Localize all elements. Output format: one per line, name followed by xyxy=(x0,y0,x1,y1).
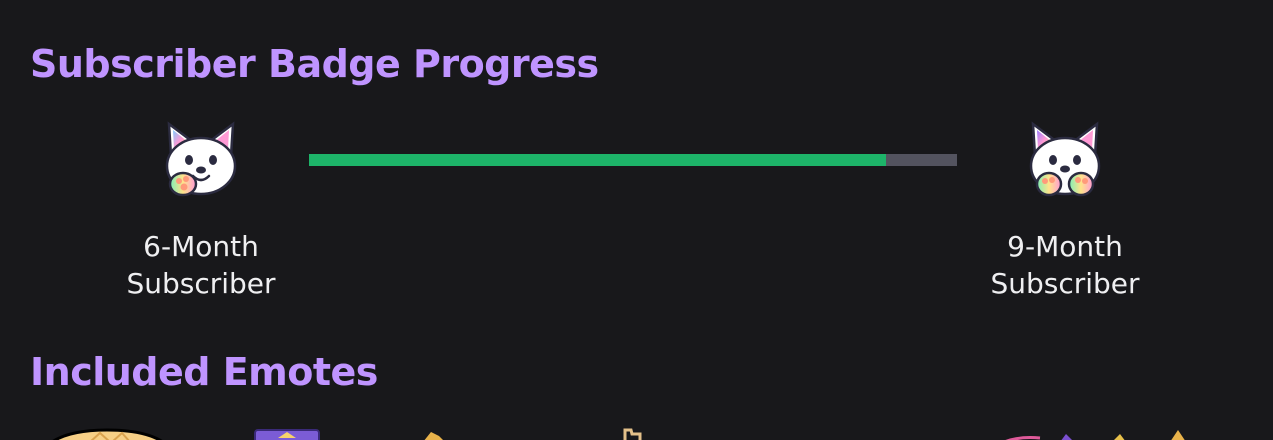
subscription-panel: Subscriber Badge Progress 6-Month Subscr… xyxy=(0,0,1273,440)
next-badge: 9-Month Subscriber xyxy=(975,118,1155,302)
current-badge-label-line1: 6-Month xyxy=(143,230,259,263)
tan-emote-icon[interactable] xyxy=(622,428,644,440)
blonde-emote-icon[interactable] xyxy=(50,428,165,440)
current-badge: 6-Month Subscriber xyxy=(111,118,291,302)
purple-emote-icon[interactable] xyxy=(254,428,320,440)
next-badge-label-line2: Subscriber xyxy=(990,267,1140,300)
gold-emote-icon[interactable] xyxy=(419,428,449,440)
badge-progress-fill xyxy=(309,154,886,166)
next-badge-label-line1: 9-Month xyxy=(1007,230,1123,263)
next-badge-label: 9-Month Subscriber xyxy=(975,228,1155,302)
bulldog-badge-icon xyxy=(165,121,237,197)
bulldog-badge-icon xyxy=(1029,121,1101,197)
badge-progress-bar xyxy=(309,154,957,166)
emote-list xyxy=(0,420,1273,440)
current-badge-label: 6-Month Subscriber xyxy=(111,228,291,302)
included-emotes-heading: Included Emotes xyxy=(30,350,378,394)
pink-emote-icon[interactable] xyxy=(1000,428,1200,440)
badge-progress-heading: Subscriber Badge Progress xyxy=(30,42,599,86)
current-badge-label-line2: Subscriber xyxy=(126,267,276,300)
